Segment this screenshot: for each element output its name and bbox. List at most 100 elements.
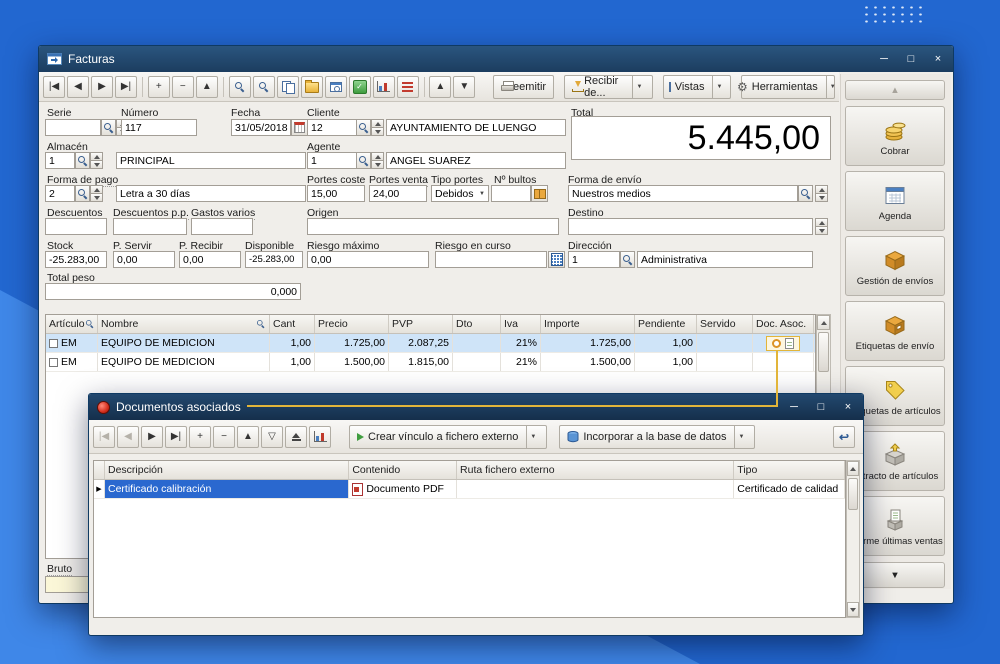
cell-ruta[interactable] xyxy=(457,480,734,498)
delete-record-button[interactable]: − xyxy=(213,426,235,448)
crear-vinculo-button[interactable]: Crear vínculo a fichero externo ▼ xyxy=(349,425,547,449)
search-button[interactable] xyxy=(253,76,275,98)
post-record-button[interactable]: ▲ xyxy=(196,76,218,98)
incorporar-button[interactable]: Incorporar a la base de datos ▼ xyxy=(559,425,755,449)
recibir-de-button[interactable]: Recibir de... ▼ xyxy=(564,75,654,99)
spinner-down-button[interactable] xyxy=(815,194,828,202)
scrollbar-thumb[interactable] xyxy=(848,478,858,510)
spinner-up-button[interactable] xyxy=(90,152,103,161)
spinner-down-button[interactable] xyxy=(90,161,103,169)
next-record-button[interactable]: ▶ xyxy=(141,426,163,448)
serie-search-button[interactable] xyxy=(101,119,116,136)
serie-input[interactable] xyxy=(45,119,101,136)
agente-code-input[interactable]: 1 xyxy=(307,152,357,169)
first-record-button[interactable]: |◀ xyxy=(43,76,65,98)
minimize-button[interactable]: ─ xyxy=(787,400,801,414)
first-record-button[interactable]: |◀ xyxy=(93,426,115,448)
sidebar-item-agenda[interactable]: Agenda xyxy=(845,171,945,231)
portes-venta-input[interactable]: 24,00 xyxy=(369,185,427,202)
gastos-varios-input[interactable] xyxy=(191,218,253,235)
incorporar-dropdown[interactable]: ▼ xyxy=(734,426,747,448)
column-header-importe[interactable]: Importe xyxy=(541,315,635,333)
tipo-portes-select[interactable]: Debidos ▼ xyxy=(431,185,489,202)
destino-input[interactable] xyxy=(568,218,813,235)
table-row[interactable]: EM EQUIPO DE MEDICION 1,00 1.500,00 1.81… xyxy=(46,353,815,372)
reemitir-button[interactable]: Reemitir xyxy=(493,75,554,99)
spinner-up-button[interactable] xyxy=(815,185,828,194)
column-header-precio[interactable]: Precio xyxy=(315,315,389,333)
cliente-search-button[interactable] xyxy=(356,119,371,136)
delete-record-button[interactable]: − xyxy=(172,76,194,98)
spinner-up-button[interactable] xyxy=(815,218,828,227)
spinner-down-button[interactable] xyxy=(371,128,384,136)
column-header-tipo[interactable]: Tipo xyxy=(734,461,845,479)
eject-button[interactable] xyxy=(285,426,307,448)
list-button[interactable] xyxy=(397,76,419,98)
table-row[interactable]: EM EQUIPO DE MEDICION 1,00 1.725,00 2.08… xyxy=(46,334,815,353)
previous-record-button[interactable]: ◀ xyxy=(67,76,89,98)
fecha-calendar-button[interactable] xyxy=(291,119,308,136)
crear-vinculo-dropdown[interactable]: ▼ xyxy=(526,426,539,448)
table-row[interactable]: ▶ Certificado calibración Documento PDF … xyxy=(94,480,845,499)
vistas-dropdown[interactable]: ▼ xyxy=(712,76,725,98)
forma-envio-search-button[interactable] xyxy=(798,185,813,202)
previous-record-button[interactable]: ◀ xyxy=(117,426,139,448)
add-record-button[interactable]: + xyxy=(148,76,170,98)
herramientas-button[interactable]: ⚙ Herramientas ▼ xyxy=(741,75,835,99)
add-record-button[interactable]: + xyxy=(189,426,211,448)
zoom-search-button[interactable] xyxy=(229,76,251,98)
direccion-search-button[interactable] xyxy=(620,251,635,268)
row-checkbox[interactable] xyxy=(49,358,58,367)
minimize-button[interactable]: ─ xyxy=(877,52,891,66)
direccion-code-input[interactable]: 1 xyxy=(568,251,620,268)
forma-pago-code-input[interactable]: 2 xyxy=(45,185,75,202)
spinner-up-button[interactable] xyxy=(371,152,384,161)
descuentos-input[interactable] xyxy=(45,218,107,235)
scrollbar-track[interactable] xyxy=(847,476,859,602)
column-header-pendiente[interactable]: Pendiente xyxy=(635,315,697,333)
last-record-button[interactable]: ▶| xyxy=(115,76,137,98)
last-record-button[interactable]: ▶| xyxy=(165,426,187,448)
origen-input[interactable] xyxy=(307,218,559,235)
column-header-iva[interactable]: Iva xyxy=(501,315,541,333)
column-header-pvp[interactable]: PVP xyxy=(389,315,453,333)
post-record-button[interactable]: ▲ xyxy=(237,426,259,448)
column-header-doc-asoc[interactable]: Doc. Asoc. xyxy=(753,315,814,333)
return-button[interactable]: ↩ xyxy=(833,426,855,448)
sidebar-item-cobrar[interactable]: Cobrar xyxy=(845,106,945,166)
agente-search-button[interactable] xyxy=(356,152,371,169)
column-header-cant[interactable]: Cant xyxy=(270,315,315,333)
column-header-articulo[interactable]: Artículo xyxy=(46,315,98,333)
scroll-up-button[interactable] xyxy=(847,461,859,476)
doc-table-scrollbar[interactable] xyxy=(846,460,860,618)
folder-button[interactable] xyxy=(301,76,323,98)
spinner-down-button[interactable] xyxy=(815,227,828,235)
move-line-up-button[interactable]: ▲ xyxy=(429,76,451,98)
statistics-button[interactable] xyxy=(309,426,331,448)
preview-button[interactable] xyxy=(325,76,347,98)
column-header-descripcion[interactable]: Descripción xyxy=(105,461,349,479)
scroll-up-button[interactable] xyxy=(817,315,830,330)
numero-input[interactable]: 117 xyxy=(121,119,197,136)
copy-button[interactable] xyxy=(277,76,299,98)
next-record-button[interactable]: ▶ xyxy=(91,76,113,98)
row-checkbox[interactable] xyxy=(49,339,58,348)
statistics-button[interactable] xyxy=(373,76,395,98)
herramientas-dropdown[interactable]: ▼ xyxy=(826,76,839,98)
column-header-contenido[interactable]: Contenido xyxy=(349,461,457,479)
spinner-up-button[interactable] xyxy=(90,185,103,194)
column-header-nombre[interactable]: Nombre xyxy=(98,315,270,333)
forma-pago-search-button[interactable] xyxy=(75,185,90,202)
portes-coste-input[interactable]: 15,00 xyxy=(307,185,365,202)
almacen-search-button[interactable] xyxy=(75,152,90,169)
cell-descripcion[interactable]: Certificado calibración xyxy=(105,480,349,498)
move-line-down-button[interactable]: ▼ xyxy=(453,76,475,98)
maximize-button[interactable]: □ xyxy=(814,400,828,414)
bultos-package-button[interactable] xyxy=(531,185,548,202)
almacen-code-input[interactable]: 1 xyxy=(45,152,75,169)
column-header-ruta[interactable]: Ruta fichero externo xyxy=(457,461,734,479)
fecha-input[interactable]: 31/05/2018 xyxy=(231,119,291,136)
sidebar-item-etiquetas-envio[interactable]: Etiquetas de envío xyxy=(845,301,945,361)
riesgo-calculator-button[interactable] xyxy=(548,251,565,268)
spinner-down-button[interactable] xyxy=(90,194,103,202)
